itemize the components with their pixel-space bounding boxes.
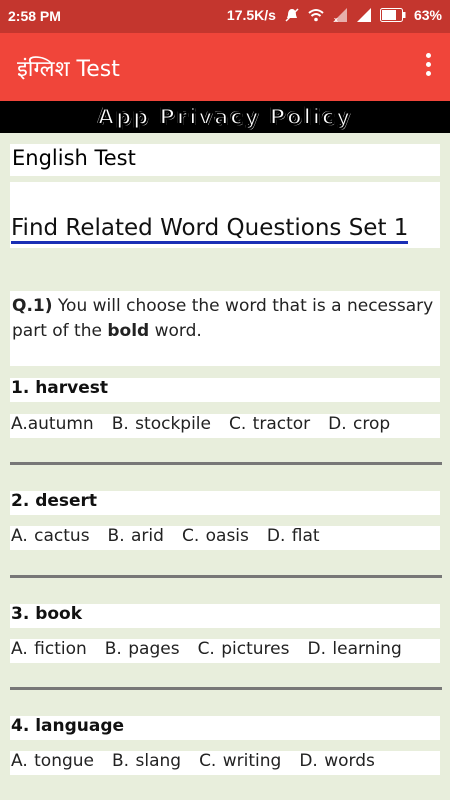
divider bbox=[10, 575, 442, 578]
more-vert-icon[interactable] bbox=[420, 53, 436, 81]
page-heading: English Test bbox=[10, 144, 440, 176]
status-time: 2:58 PM bbox=[8, 8, 61, 24]
set-title-panel: Find Related Word Questions Set 1 bbox=[10, 182, 440, 248]
app-title: इंग्लिश Test bbox=[17, 57, 120, 82]
app-bar: इंग्लिश Test bbox=[0, 33, 450, 101]
option[interactable]: D. words bbox=[299, 751, 375, 771]
question-text-a: You will choose the word that is a neces… bbox=[12, 296, 434, 341]
signal-icon: x bbox=[332, 8, 347, 23]
banner-text: App Privacy Policy bbox=[97, 104, 353, 130]
question-prompt: Q.1) You will choose the word that is a … bbox=[10, 291, 440, 366]
option[interactable]: B. stockpile bbox=[112, 414, 211, 434]
option[interactable]: A. tongue bbox=[11, 751, 94, 771]
question-head: 1. harvest bbox=[10, 378, 440, 402]
divider bbox=[10, 462, 442, 465]
option[interactable]: A. fiction bbox=[11, 639, 87, 659]
battery-icon bbox=[379, 8, 406, 22]
option[interactable]: C. writing bbox=[199, 751, 281, 771]
option[interactable]: B. arid bbox=[108, 526, 164, 546]
option[interactable]: C. oasis bbox=[182, 526, 249, 546]
battery-level: 63% bbox=[413, 7, 442, 23]
svg-text:x: x bbox=[334, 17, 338, 23]
option[interactable]: C. tractor bbox=[229, 414, 310, 434]
question-options: A.autumn B. stockpile C. tractor D. crop bbox=[10, 414, 440, 438]
set-title-link[interactable]: Find Related Word Questions Set 1 bbox=[11, 215, 409, 244]
question-head: 4. language bbox=[10, 716, 440, 740]
question-options: A. tongue B. slang C. writing D. words bbox=[10, 751, 440, 775]
option[interactable]: C. pictures bbox=[198, 639, 290, 659]
signal-icon bbox=[356, 8, 371, 22]
option[interactable]: A.autumn bbox=[11, 414, 94, 434]
wifi-icon bbox=[308, 9, 324, 22]
status-bar: 2:58 PM 17.5K/s x 63% bbox=[0, 0, 450, 33]
option[interactable]: D. learning bbox=[307, 639, 401, 659]
option[interactable]: B. pages bbox=[105, 639, 180, 659]
option[interactable]: B. slang bbox=[112, 751, 181, 771]
privacy-policy-banner[interactable]: App Privacy Policy bbox=[0, 101, 450, 133]
option[interactable]: A. cactus bbox=[11, 526, 90, 546]
question-text-b: word. bbox=[149, 321, 202, 341]
question-head: 2. desert bbox=[10, 491, 440, 515]
question-bold-word: bold bbox=[107, 321, 150, 341]
option[interactable]: D. crop bbox=[328, 414, 390, 434]
question-label: Q.1) bbox=[12, 296, 53, 316]
question-head: 3. book bbox=[10, 604, 440, 628]
network-speed: 17.5K/s bbox=[226, 7, 276, 23]
divider bbox=[10, 687, 442, 690]
question-options: A. cactus B. arid C. oasis D. flat bbox=[10, 526, 440, 550]
option[interactable]: D. flat bbox=[267, 526, 320, 546]
mute-icon bbox=[285, 8, 299, 22]
status-icons: 17.5K/s x 63% bbox=[227, 7, 442, 23]
question-options: A. fiction B. pages C. pictures D. learning bbox=[10, 639, 440, 663]
